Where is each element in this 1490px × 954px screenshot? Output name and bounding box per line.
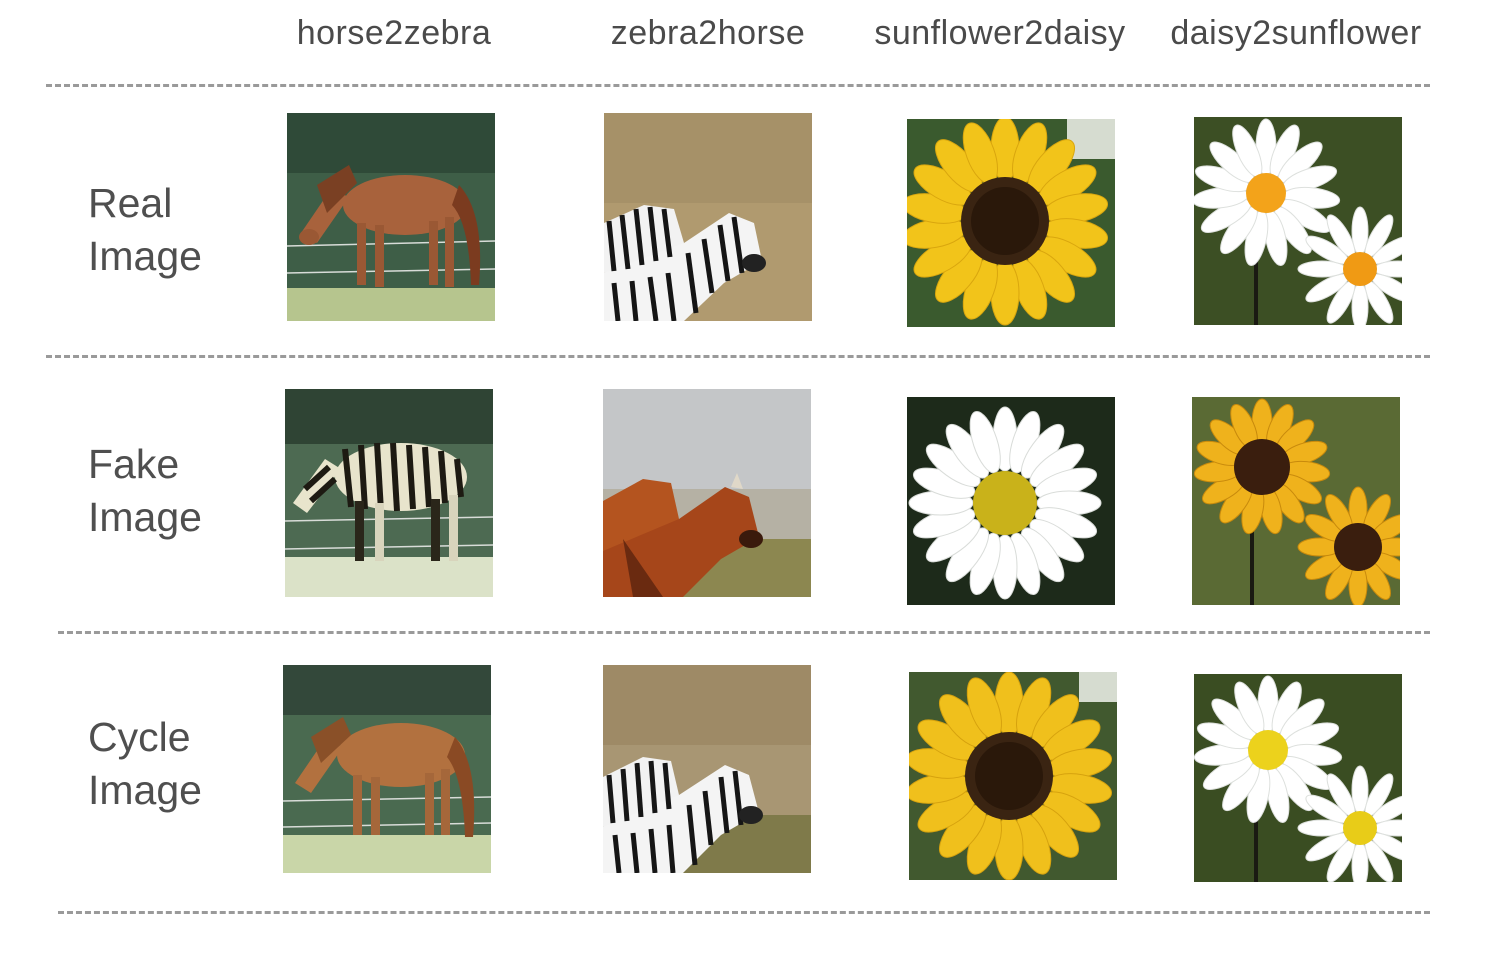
cycle-horse-image (283, 665, 491, 873)
column-header-zebra2horse: zebra2horse (610, 14, 806, 52)
fake-zebra-image (285, 389, 493, 597)
divider-top (46, 84, 1430, 87)
real-horse-image (287, 113, 495, 321)
row-label-fake: Fake Image (88, 438, 202, 544)
row-label-real-line1: Real (88, 180, 173, 226)
divider-row-1 (46, 355, 1430, 358)
row-label-real: Real Image (88, 177, 202, 283)
fake-horses-image (603, 389, 811, 597)
cycle-sunflower-image (909, 672, 1117, 880)
column-header-sunflower2daisy: sunflower2daisy (874, 14, 1126, 52)
column-header-horse2zebra: horse2zebra (296, 14, 492, 52)
row-label-cycle: Cycle Image (88, 711, 202, 817)
cycle-daisies-image (1194, 674, 1402, 882)
cycle-zebras-image (603, 665, 811, 873)
row-label-cycle-line2: Image (88, 767, 202, 813)
divider-bottom (58, 911, 1430, 914)
real-daisies-image (1194, 117, 1402, 325)
column-header-daisy2sunflower: daisy2sunflower (1170, 14, 1422, 52)
real-sunflower-image (907, 119, 1115, 327)
row-label-cycle-line1: Cycle (88, 714, 191, 760)
row-label-fake-line1: Fake (88, 441, 180, 487)
row-label-fake-line2: Image (88, 494, 202, 540)
divider-row-2 (58, 631, 1430, 634)
fake-sunflowers-image (1192, 397, 1400, 605)
row-label-real-line2: Image (88, 233, 202, 279)
fake-daisy-image (907, 397, 1115, 605)
real-zebras-image (604, 113, 812, 321)
